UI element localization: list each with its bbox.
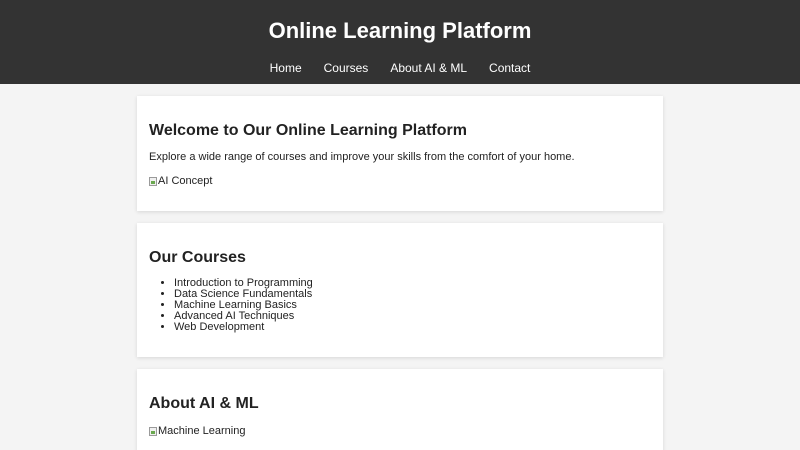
main-nav: Home Courses About AI & ML Contact: [0, 61, 800, 75]
site-title: Online Learning Platform: [268, 18, 532, 43]
welcome-heading: Welcome to Our Online Learning Platform: [149, 122, 467, 139]
ai-concept-image: AI Concept: [149, 175, 212, 188]
machine-learning-image-alt: Machine Learning: [158, 425, 246, 437]
ai-concept-image-alt: AI Concept: [158, 175, 213, 187]
course-item: Web Development: [174, 322, 651, 333]
site-header: Online Learning Platform Home Courses Ab…: [0, 0, 800, 84]
about-section: About AI & ML Machine Learning: [137, 369, 663, 450]
broken-image-icon: [149, 427, 157, 436]
welcome-section: Welcome to Our Online Learning Platform …: [137, 96, 663, 211]
welcome-text: Explore a wide range of courses and impr…: [149, 151, 575, 163]
courses-section: Our Courses Introduction to Programming …: [137, 223, 663, 357]
main-content: Welcome to Our Online Learning Platform …: [137, 96, 663, 450]
courses-heading: Our Courses: [149, 249, 246, 266]
nav-home-link[interactable]: Home: [270, 61, 302, 75]
course-list: Introduction to Programming Data Science…: [149, 278, 651, 333]
nav-contact-link[interactable]: Contact: [489, 61, 530, 75]
nav-about-link[interactable]: About AI & ML: [390, 61, 467, 75]
about-heading: About AI & ML: [149, 395, 259, 412]
machine-learning-image: Machine Learning: [149, 425, 245, 438]
broken-image-icon: [149, 177, 157, 186]
nav-courses-link[interactable]: Courses: [324, 61, 369, 75]
